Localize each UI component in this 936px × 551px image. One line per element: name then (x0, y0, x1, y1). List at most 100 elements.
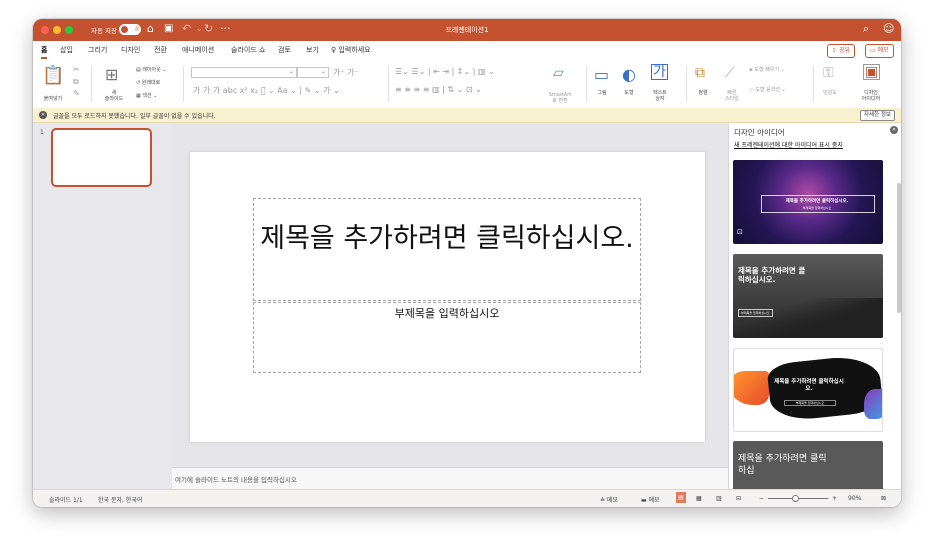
design-idea-card-1[interactable]: 제목을 추가하려면 클릭하십시오. 부제목을 입력하십시오 ⊡ (733, 160, 883, 244)
slide-sorter-icon[interactable]: ▦ (696, 495, 702, 502)
tab-view[interactable]: 보기 (306, 45, 319, 55)
font-name-box[interactable]: ⌄ (191, 67, 297, 78)
designer-title: 디자인 아이디어 (734, 128, 785, 137)
layout-button[interactable]: ▤ 레이아웃 ⌄ (136, 67, 167, 73)
paste-icon[interactable]: 📋 (42, 65, 64, 86)
new-slide-icon[interactable]: ⊞ (105, 65, 118, 84)
comments-label: 메모 (877, 47, 889, 54)
slide-thumbnail[interactable] (51, 128, 152, 187)
format-painter-icon[interactable]: ✎ (73, 89, 80, 98)
cut-icon[interactable]: ✂ (73, 65, 80, 74)
design-idea-card-4[interactable]: 제목을 추가하려면 클릭하십 (733, 441, 883, 489)
font-size-box[interactable]: ⌄ (297, 67, 329, 78)
paste-label: 붙여넣기 (43, 96, 63, 102)
share-icon: ⇪ (832, 47, 838, 54)
textbox-icon[interactable]: 가 (651, 64, 668, 80)
reset-label: 원래대로 (141, 80, 161, 86)
more-info-button[interactable]: 자세한 정보 (859, 110, 895, 121)
comments-toggle[interactable]: ▬ 메모 (641, 495, 660, 504)
card-subtitle: 부제목을 입력하십시오 (738, 309, 773, 317)
section-button[interactable]: ▦ 섹션 ⌄ (136, 93, 157, 99)
shape-fill-button[interactable]: ◈ 도형 채우기 ⌄ (749, 67, 785, 73)
list-icons[interactable]: ☰⌄ ☰⌄ | ⇤ ⇥ | ↕⌄ | ▥ ⌄ (395, 67, 495, 76)
reset-icon: ↺ (136, 80, 141, 86)
shape-outline-button[interactable]: ▭ 도형 윤곽선 ⌄ (749, 87, 786, 93)
shapes-icon[interactable]: ◐ (622, 65, 636, 84)
notes-pane[interactable]: 여기에 슬라이드 노트의 내용을 입력하십시오 (172, 467, 728, 490)
design-idea-card-2[interactable]: 제목을 추가하려면 클릭하십시오. 부제목을 입력하십시오 (733, 254, 883, 338)
arrange-icon[interactable]: ⧉ (695, 65, 705, 81)
fit-to-window-icon[interactable]: ⊠ (881, 495, 886, 502)
comments-button[interactable]: ▭ 메모 (865, 44, 894, 58)
design-idea-card-3[interactable]: 제목을 추가하려면 클릭하십시오. 부제목을 입력하십시오 (733, 348, 883, 432)
lightbulb-icon: ♀ (331, 46, 337, 54)
share-button[interactable]: ⇪ 공유 (827, 44, 855, 58)
designer-scrollbar[interactable] (897, 183, 901, 313)
close-notification-icon[interactable]: ✕ (39, 111, 47, 119)
card-title: 제목을 추가하려면 클릭하십 (738, 454, 827, 476)
picture-badge-icon: ⊡ (737, 228, 743, 236)
reading-view-icon[interactable]: ▥ (716, 495, 722, 502)
stop-ideas-link[interactable]: 새 프레젠테이션에 대한 아이디어 표시 중지 (734, 140, 843, 149)
outline-icon: ▭ (749, 87, 754, 93)
language-indicator[interactable]: 한국 문자, 한국어 (98, 495, 142, 504)
card-title: 제목을 추가하려면 클릭하십시오. (738, 266, 806, 284)
tab-slideshow[interactable]: 슬라이드 쇼 (231, 45, 265, 55)
card-subtitle: 부제목을 입력하십시오 (784, 400, 836, 406)
card-paint-purple (864, 389, 882, 419)
search-icon[interactable]: ⌕ (863, 22, 869, 36)
tab-design[interactable]: 디자인 (121, 45, 140, 55)
ribbon-separator (91, 66, 92, 102)
designer-icon[interactable]: ▣ (863, 64, 881, 80)
designer-pane: 디자인 아이디어 ✕ 새 프레젠테이션에 대한 아이디어 표시 중지 제목을 추… (728, 123, 901, 489)
layout-label: 레이아웃 (142, 67, 161, 73)
subtitle-placeholder[interactable]: 부제목을 입력하십시오 (253, 302, 641, 373)
reset-button[interactable]: ↺ 원래대로 (136, 80, 160, 86)
sensitivity-icon[interactable]: ⚿ (823, 65, 834, 81)
account-icon[interactable]: ☺ (883, 22, 894, 36)
ribbon-separator (183, 66, 184, 102)
normal-view-icon[interactable]: ▤ (676, 492, 686, 503)
tab-transitions[interactable]: 전환 (154, 45, 167, 55)
tab-insert[interactable]: 삽입 (60, 45, 73, 55)
arrange-label: 정렬 (698, 90, 708, 96)
picture-icon[interactable]: ▭ (594, 65, 609, 84)
chevron-down-icon: ⌄ (288, 68, 294, 75)
tab-animations[interactable]: 애니메이션 (182, 45, 214, 55)
designer-label: 디자인 아이디어 (861, 90, 881, 102)
shapes-label: 도형 (624, 90, 634, 96)
zoom-out-icon[interactable]: − (759, 495, 764, 502)
status-bar: 슬라이드 1/1 한국 문자, 한국어 ≙ 메모 ▬ 메모 ▤ ▦ ▥ ⊟ − … (33, 489, 901, 507)
document-title: 프레젠테이션1 (445, 26, 489, 34)
smartart-icon[interactable]: ▱ (553, 65, 564, 81)
title-placeholder[interactable]: 제목을 추가하려면 클릭하십시오. (253, 198, 641, 301)
subtitle-placeholder-text: 부제목을 입력하십시오 (394, 307, 500, 320)
zoom-in-icon[interactable]: + (832, 495, 837, 502)
grow-shrink-font-icons[interactable]: 가⁺ 가⁻ (333, 67, 359, 78)
zoom-slider-thumb[interactable] (791, 495, 799, 502)
tab-review[interactable]: 검토 (278, 45, 291, 55)
notes-toggle-label: 메모 (606, 497, 618, 504)
slide-canvas[interactable]: 제목을 추가하려면 클릭하십시오. 부제목을 입력하십시오 (190, 152, 705, 442)
notes-placeholder: 여기에 슬라이드 노트의 내용을 입력하십시오 (175, 476, 297, 484)
zoom-level[interactable]: 90% (848, 495, 861, 502)
card-title: 제목을 추가하려면 클릭하십시오. (774, 379, 844, 392)
notes-toggle[interactable]: ≙ 메모 (600, 495, 618, 504)
tab-home[interactable]: 홈 (41, 45, 48, 59)
font-format-icons[interactable]: 가 가 가 abc x² x₂ 가̃ ⌄ Aa ⌄ | ✎ ⌄ 가 ⌄ (193, 85, 340, 96)
ribbon-separator (813, 66, 814, 102)
tab-draw[interactable]: 그리기 (88, 45, 107, 55)
copy-icon[interactable]: ⧉ (73, 77, 79, 87)
slideshow-icon[interactable]: ⊟ (736, 495, 741, 502)
quick-styles-icon[interactable]: ⟋ (725, 65, 735, 81)
alignment-icons[interactable]: ≡ ≡ ≡ ≡ ▥ | ⇅ ⌄ ⊡ ⌄ (395, 85, 482, 94)
close-designer-icon[interactable]: ✕ (890, 126, 898, 134)
title-placeholder-text: 제목을 추가하려면 클릭하십시오. (260, 223, 634, 254)
tell-me-search[interactable]: ♀ 입력하세요 (331, 45, 371, 55)
title-bar: 자동 저장 끔 ⌂ ▣ ↶ ⌄ ↻ ··· 프레젠테이션1 ⌕ ☺ (33, 19, 901, 41)
comment-icon: ▭ (870, 47, 876, 54)
card-mountains (733, 298, 883, 338)
comments-toggle-label: 메모 (648, 497, 660, 504)
card-title: 제목을 추가하려면 클릭하십시오. (785, 199, 849, 204)
section-icon: ▦ (136, 93, 141, 99)
